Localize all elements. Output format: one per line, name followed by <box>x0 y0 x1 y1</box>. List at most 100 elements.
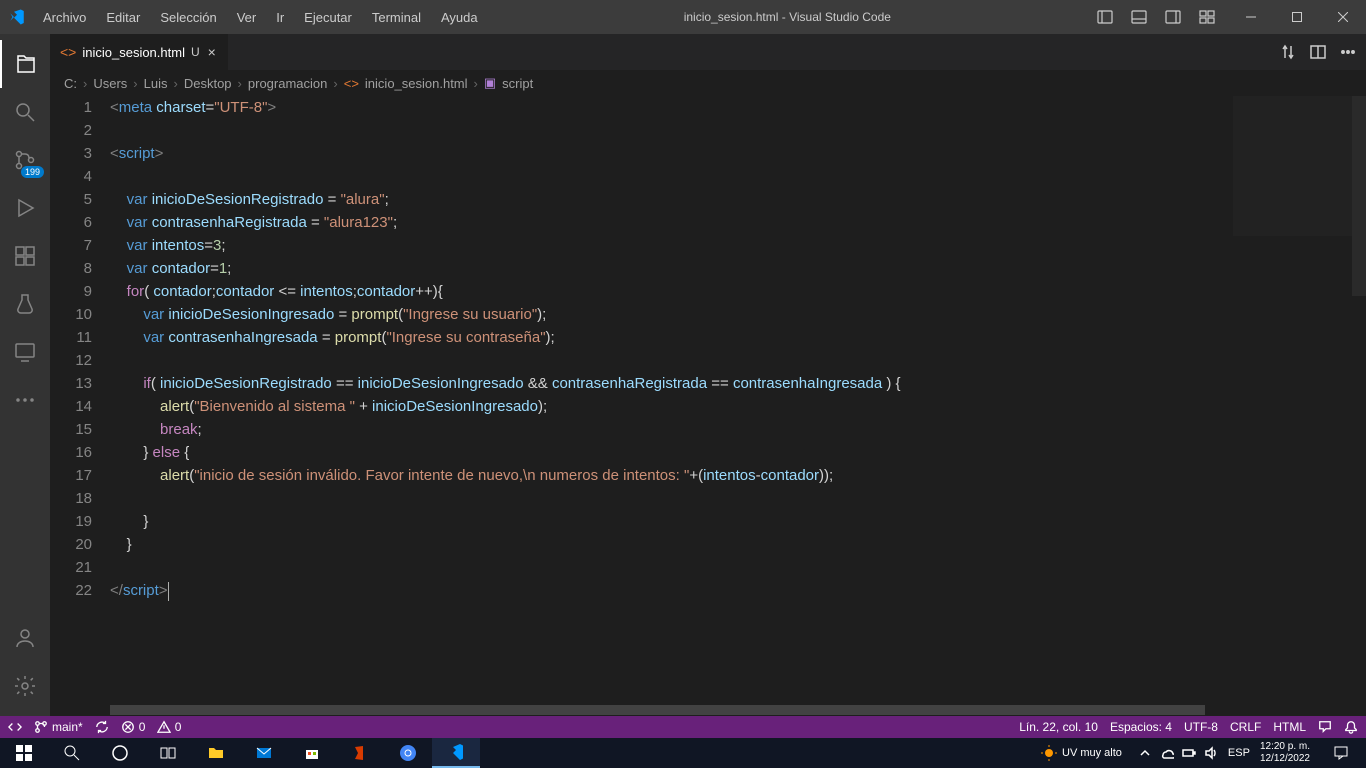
indentation[interactable]: Espacios: 4 <box>1110 720 1172 734</box>
store-icon[interactable] <box>288 738 336 768</box>
file-explorer-icon[interactable] <box>192 738 240 768</box>
battery-icon[interactable] <box>1182 746 1196 760</box>
code-line[interactable]: } <box>110 510 1226 533</box>
minimize-button[interactable] <box>1228 0 1274 34</box>
search-icon[interactable] <box>0 88 50 136</box>
menu-archivo[interactable]: Archivo <box>34 4 95 31</box>
feedback-icon[interactable] <box>1318 720 1332 734</box>
breadcrumb-segment[interactable]: Users <box>93 76 127 91</box>
minimap[interactable] <box>1232 96 1352 704</box>
breadcrumb-segment[interactable]: Desktop <box>184 76 232 91</box>
system-tray[interactable] <box>1138 746 1218 760</box>
code-line[interactable]: if( inicioDeSesionRegistrado == inicioDe… <box>110 372 1226 395</box>
html-file-icon: <> <box>60 44 76 60</box>
code-line[interactable] <box>110 119 1226 142</box>
menu-ayuda[interactable]: Ayuda <box>432 4 487 31</box>
source-control-icon[interactable]: 199 <box>0 136 50 184</box>
menu-terminal[interactable]: Terminal <box>363 4 430 31</box>
breadcrumb-segment[interactable]: programacion <box>248 76 328 91</box>
customize-layout-icon[interactable] <box>1190 0 1224 34</box>
extensions-icon[interactable] <box>0 232 50 280</box>
scrollbar-horizontal[interactable] <box>110 704 1354 716</box>
maximize-button[interactable] <box>1274 0 1320 34</box>
code-line[interactable]: var inicioDeSesionRegistrado = "alura"; <box>110 188 1226 211</box>
start-button[interactable] <box>0 738 48 768</box>
search-taskbar-icon[interactable] <box>48 738 96 768</box>
activity-bar: 199 <box>0 34 50 716</box>
breadcrumb-segment[interactable]: inicio_sesion.html <box>365 76 468 91</box>
code-line[interactable]: } <box>110 533 1226 556</box>
menu-ejecutar[interactable]: Ejecutar <box>295 4 361 31</box>
menu-ver[interactable]: Ver <box>228 4 266 31</box>
compare-changes-icon[interactable] <box>1280 44 1296 60</box>
code-line[interactable] <box>110 349 1226 372</box>
code-line[interactable]: var contrasenhaIngresada = prompt("Ingre… <box>110 326 1226 349</box>
remote-indicator[interactable] <box>8 720 22 734</box>
mail-icon[interactable] <box>240 738 288 768</box>
code-editor[interactable]: 12345678910111213141516171819202122 <met… <box>50 96 1366 704</box>
explorer-icon[interactable] <box>0 40 50 88</box>
menu-selección[interactable]: Selección <box>151 4 225 31</box>
code-line[interactable]: for( contador;contador <= intentos;conta… <box>110 280 1226 303</box>
accounts-icon[interactable] <box>0 614 50 662</box>
cursor-position[interactable]: Lín. 22, col. 10 <box>1019 720 1098 734</box>
notifications-icon[interactable] <box>1344 720 1358 734</box>
tab-inicio-sesion[interactable]: <> inicio_sesion.html U × <box>50 34 229 70</box>
eol[interactable]: CRLF <box>1230 720 1261 734</box>
breadcrumb-segment[interactable]: C: <box>64 76 77 91</box>
testing-icon[interactable] <box>0 280 50 328</box>
remote-explorer-icon[interactable] <box>0 328 50 376</box>
code-line[interactable]: break; <box>110 418 1226 441</box>
chrome-icon[interactable] <box>384 738 432 768</box>
more-icon[interactable] <box>0 376 50 424</box>
weather-widget[interactable]: UV muy alto <box>1041 745 1122 761</box>
code-line[interactable] <box>110 487 1226 510</box>
code-line[interactable]: alert("Bienvenido al sistema " + inicioD… <box>110 395 1226 418</box>
menu-bar: ArchivoEditarSelecciónVerIrEjecutarTermi… <box>34 4 487 31</box>
code-line[interactable]: var inicioDeSesionIngresado = prompt("In… <box>110 303 1226 326</box>
git-branch[interactable]: main* <box>34 720 83 734</box>
toggle-panel-icon[interactable] <box>1122 0 1156 34</box>
code-line[interactable]: alert("inicio de sesión inválido. Favor … <box>110 464 1226 487</box>
tab-close-icon[interactable]: × <box>206 42 218 62</box>
language-mode[interactable]: HTML <box>1273 720 1306 734</box>
code-line[interactable]: var contador=1; <box>110 257 1226 280</box>
breadcrumbs[interactable]: C:›Users›Luis›Desktop›programacion›<> in… <box>50 70 1366 96</box>
code-line[interactable] <box>110 165 1226 188</box>
code-line[interactable]: var contrasenhaRegistrada = "alura123"; <box>110 211 1226 234</box>
toggle-secondary-sidebar-icon[interactable] <box>1156 0 1190 34</box>
volume-icon[interactable] <box>1204 746 1218 760</box>
office-icon[interactable] <box>336 738 384 768</box>
problems-indicator[interactable]: 0 0 <box>121 720 182 734</box>
task-view-icon[interactable] <box>144 738 192 768</box>
breadcrumb-segment[interactable]: script <box>502 76 533 91</box>
split-editor-icon[interactable] <box>1310 44 1326 60</box>
toggle-primary-sidebar-icon[interactable] <box>1088 0 1122 34</box>
code-line[interactable]: var intentos=3; <box>110 234 1226 257</box>
chevron-up-icon[interactable] <box>1138 746 1152 760</box>
language-indicator[interactable]: ESP <box>1228 747 1250 759</box>
scrollbar-thumb[interactable] <box>110 705 1205 715</box>
code-content[interactable]: <meta charset="UTF-8"> <script> var inic… <box>110 96 1366 704</box>
sync-button[interactable] <box>95 720 109 734</box>
onedrive-icon[interactable] <box>1160 746 1174 760</box>
more-actions-icon[interactable] <box>1340 44 1356 60</box>
clock[interactable]: 12:20 p. m. 12/12/2022 <box>1260 741 1310 765</box>
breadcrumb-segment[interactable]: Luis <box>144 76 168 91</box>
cortana-icon[interactable] <box>96 738 144 768</box>
code-line[interactable]: <meta charset="UTF-8"> <box>110 96 1226 119</box>
code-line[interactable]: } else { <box>110 441 1226 464</box>
menu-editar[interactable]: Editar <box>97 4 149 31</box>
code-line[interactable]: </script> <box>110 579 1226 602</box>
action-center-icon[interactable] <box>1320 738 1362 768</box>
run-debug-icon[interactable] <box>0 184 50 232</box>
code-line[interactable] <box>110 556 1226 579</box>
vscode-taskbar-icon[interactable] <box>432 738 480 768</box>
settings-gear-icon[interactable] <box>0 662 50 710</box>
code-line[interactable]: <script> <box>110 142 1226 165</box>
scrollbar-vertical[interactable] <box>1352 96 1366 296</box>
encoding[interactable]: UTF-8 <box>1184 720 1218 734</box>
chevron-right-icon: › <box>133 76 137 91</box>
menu-ir[interactable]: Ir <box>267 4 293 31</box>
close-button[interactable] <box>1320 0 1366 34</box>
